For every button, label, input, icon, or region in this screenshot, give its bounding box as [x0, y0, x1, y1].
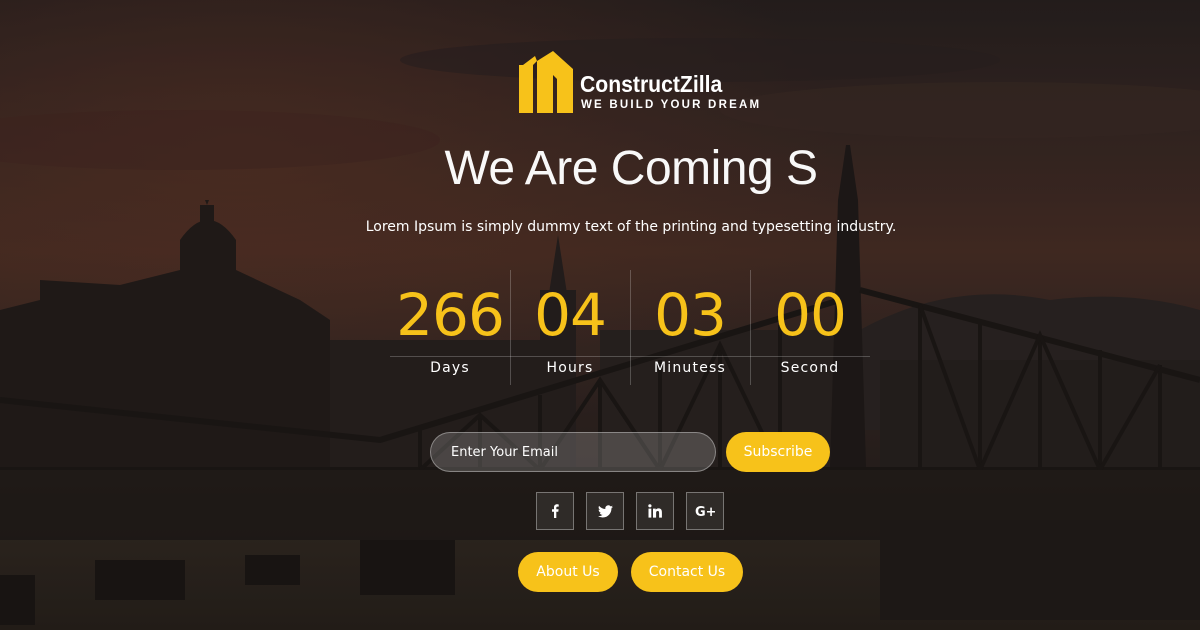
facebook-icon	[552, 504, 559, 518]
linkedin-link[interactable]	[636, 492, 674, 530]
page-headline: We Are Coming S	[0, 140, 1200, 196]
countdown-hours-value: 04	[534, 281, 607, 349]
countdown-minutes-label: Minutess	[653, 360, 726, 376]
email-input[interactable]	[430, 432, 716, 472]
about-us-button[interactable]: About Us	[518, 552, 618, 592]
google-plus-icon: G+	[695, 505, 715, 518]
social-links: G+	[536, 492, 726, 532]
headline-text: We Are Coming S	[444, 142, 818, 195]
countdown-seconds-label: Second	[780, 360, 840, 376]
countdown-minutes: 03 Minutess	[630, 270, 750, 385]
countdown-underline	[510, 356, 630, 357]
svg-text:G+: G+	[695, 505, 715, 518]
countdown-minutes-value: 03	[654, 281, 727, 349]
coming-soon-hero: ConstructZilla WE BUILD YOUR DREAM We Ar…	[0, 0, 1200, 630]
building-logo-icon	[519, 51, 573, 113]
countdown-underline	[390, 356, 510, 357]
brand-logo[interactable]: ConstructZilla WE BUILD YOUR DREAM	[519, 51, 759, 113]
twitter-icon	[597, 504, 613, 517]
countdown-hours-label: Hours	[546, 360, 594, 376]
subscribe-button[interactable]: Subscribe	[726, 432, 830, 472]
twitter-link[interactable]	[586, 492, 624, 530]
countdown-hours: 04 Hours	[510, 270, 630, 385]
linkedin-icon	[648, 504, 662, 518]
countdown-days-value: 266	[396, 281, 505, 349]
brand-name: ConstructZilla	[580, 71, 723, 97]
contact-us-button[interactable]: Contact Us	[631, 552, 743, 592]
countdown-timer: 266 Days 04 Hours 03 Minutess 00 Second	[390, 270, 870, 385]
page-subtext: Lorem Ipsum is simply dummy text of the …	[365, 219, 897, 235]
countdown-seconds-value: 00	[774, 281, 847, 349]
countdown-underline	[630, 356, 750, 357]
google-plus-link[interactable]: G+	[686, 492, 724, 530]
countdown-seconds: 00 Second	[750, 270, 870, 385]
brand-tagline: WE BUILD YOUR DREAM	[581, 99, 762, 111]
facebook-link[interactable]	[536, 492, 574, 530]
countdown-days-label: Days	[430, 360, 470, 376]
countdown-days: 266 Days	[390, 270, 510, 385]
countdown-underline	[750, 356, 870, 357]
